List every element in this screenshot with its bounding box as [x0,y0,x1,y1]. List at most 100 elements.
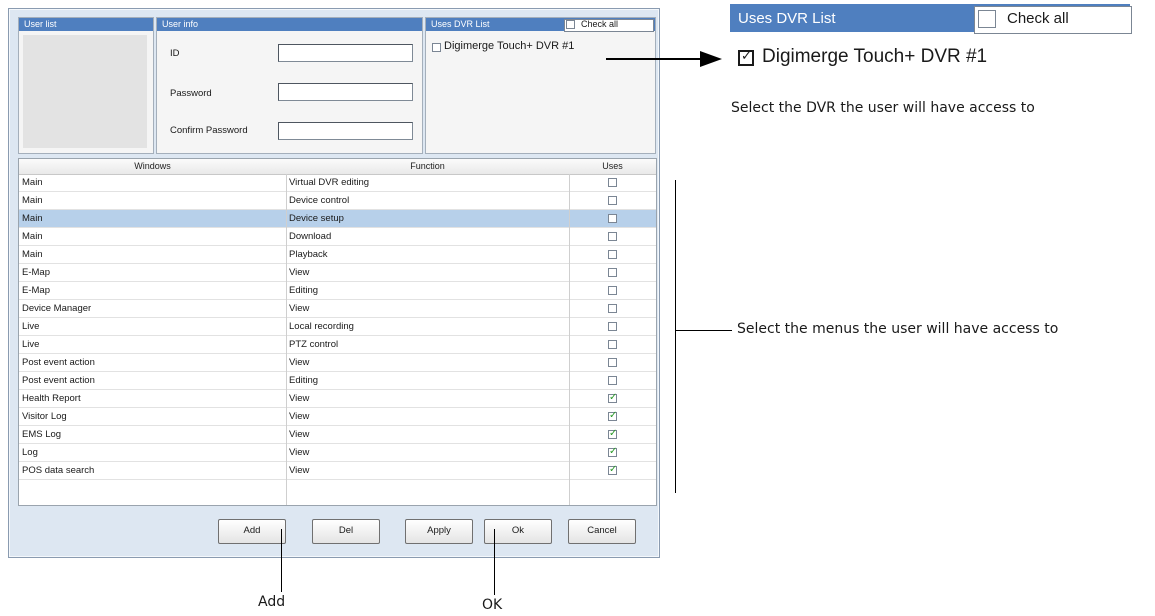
cell-window: Main [22,195,43,206]
table-row[interactable]: Main Device setup [19,210,656,228]
uses-checkbox[interactable] [608,428,617,439]
uses-checkbox[interactable] [608,268,617,277]
cell-function: View [289,393,310,404]
uses-checkbox[interactable] [608,178,617,187]
table-row[interactable]: Health Report View [19,390,656,408]
check-all-checkbox[interactable] [566,20,575,29]
column-divider [286,174,287,505]
password-field[interactable] [278,83,413,101]
uses-checkbox[interactable] [608,358,617,367]
table-row[interactable]: Log View [19,444,656,462]
dvr-item-checkbox[interactable] [432,43,441,52]
cancel-button[interactable]: Cancel [568,519,636,544]
cell-function: View [289,465,310,476]
user-list-header: User list [19,18,153,31]
password-label: Password [170,88,212,99]
add-button[interactable]: Add [218,519,286,544]
id-field[interactable] [278,44,413,62]
cell-window: Post event action [22,357,95,368]
cell-window: Log [22,447,38,458]
apply-button[interactable]: Apply [405,519,473,544]
uses-checkbox[interactable] [608,250,617,259]
ok-pointer-line [494,529,495,595]
dvr-arrowhead [700,51,722,67]
table-row[interactable]: Main Device control [19,192,656,210]
cell-function: Local recording [289,321,354,332]
table-row[interactable]: Live Local recording [19,318,656,336]
zoom-check-all-label: Check all [1007,10,1069,27]
confirm-password-field[interactable] [278,122,413,140]
cell-window: Live [22,339,40,350]
table-row[interactable]: E-Map View [19,264,656,282]
header-uses[interactable]: Uses [569,159,656,175]
cell-function: Download [289,231,332,242]
table-row[interactable]: Visitor Log View [19,408,656,426]
table-row[interactable]: Main Virtual DVR editing [19,174,656,192]
cell-window: Health Report [22,393,81,404]
dvr-item-label: Digimerge Touch+ DVR #1 [444,40,575,52]
uses-checkbox[interactable] [608,304,617,313]
header-windows[interactable]: Windows [19,159,286,175]
user-list-box[interactable] [23,35,147,148]
cell-window: POS data search [22,465,95,476]
uses-checkbox[interactable] [608,214,617,223]
dvr-list-title: Uses DVR List [431,19,490,29]
zoom-check-all-box [978,10,996,28]
menus-note: Select the menus the user will have acce… [737,321,1059,337]
table-row[interactable]: Post event action Editing [19,372,656,390]
table-row[interactable]: Main Playback [19,246,656,264]
cell-function: Editing [289,375,319,386]
cell-window: Post event action [22,375,95,386]
menus-bracket-tick [675,330,732,331]
cell-function: Device control [289,195,350,206]
cell-window: EMS Log [22,429,62,440]
uses-checkbox[interactable] [608,464,617,475]
cell-window: Visitor Log [22,411,67,422]
cell-window: Live [22,321,40,332]
uses-checkbox[interactable] [608,322,617,331]
cell-window: Main [22,177,43,188]
zoom-inset-title: Uses DVR List [738,10,836,27]
uses-checkbox[interactable] [608,410,617,421]
table-row[interactable]: E-Map Editing [19,282,656,300]
table-row[interactable]: POS data search View [19,462,656,480]
del-button[interactable]: Del [312,519,380,544]
id-label: ID [170,48,180,59]
cell-function: Device setup [289,213,344,224]
zoom-inset-header: Uses DVR List Check all [730,4,1132,34]
cell-window: Main [22,231,43,242]
table-row[interactable]: Main Download [19,228,656,246]
uses-checkbox[interactable] [608,340,617,349]
uses-checkbox[interactable] [608,376,617,385]
uses-checkbox[interactable] [608,392,617,403]
cell-function: Editing [289,285,319,296]
table-row[interactable]: Live PTZ control [19,336,656,354]
check-all-control[interactable]: Check all [564,19,654,32]
cell-function: Virtual DVR editing [289,177,370,188]
cell-function: PTZ control [289,339,339,350]
zoom-dvr-checkmark: ✓ [741,48,752,63]
cell-window: Main [22,213,43,224]
cell-window: Main [22,249,43,260]
table-row[interactable]: EMS Log View [19,426,656,444]
confirm-password-label: Confirm Password [170,125,248,136]
zoom-check-all-control: Check all [974,6,1132,34]
user-list-panel[interactable]: User list [18,17,154,154]
dvr-list-panel: Uses DVR List Check all Digimerge Touch+… [425,17,656,154]
table-row[interactable]: Post event action View [19,354,656,372]
uses-checkbox[interactable] [608,446,617,457]
dvr-arrow-line [606,58,710,60]
uses-checkbox[interactable] [608,286,617,295]
add-pointer-line [281,529,282,592]
dvr-note: Select the DVR the user will have access… [731,100,1035,116]
check-all-label: Check all [581,19,619,29]
cell-window: E-Map [22,267,50,278]
cell-window: E-Map [22,285,50,296]
uses-checkbox[interactable] [608,196,617,205]
cell-function: View [289,267,310,278]
cell-function: Playback [289,249,328,260]
cell-function: View [289,411,310,422]
uses-checkbox[interactable] [608,232,617,241]
table-row[interactable]: Device Manager View [19,300,656,318]
header-function[interactable]: Function [286,159,569,175]
